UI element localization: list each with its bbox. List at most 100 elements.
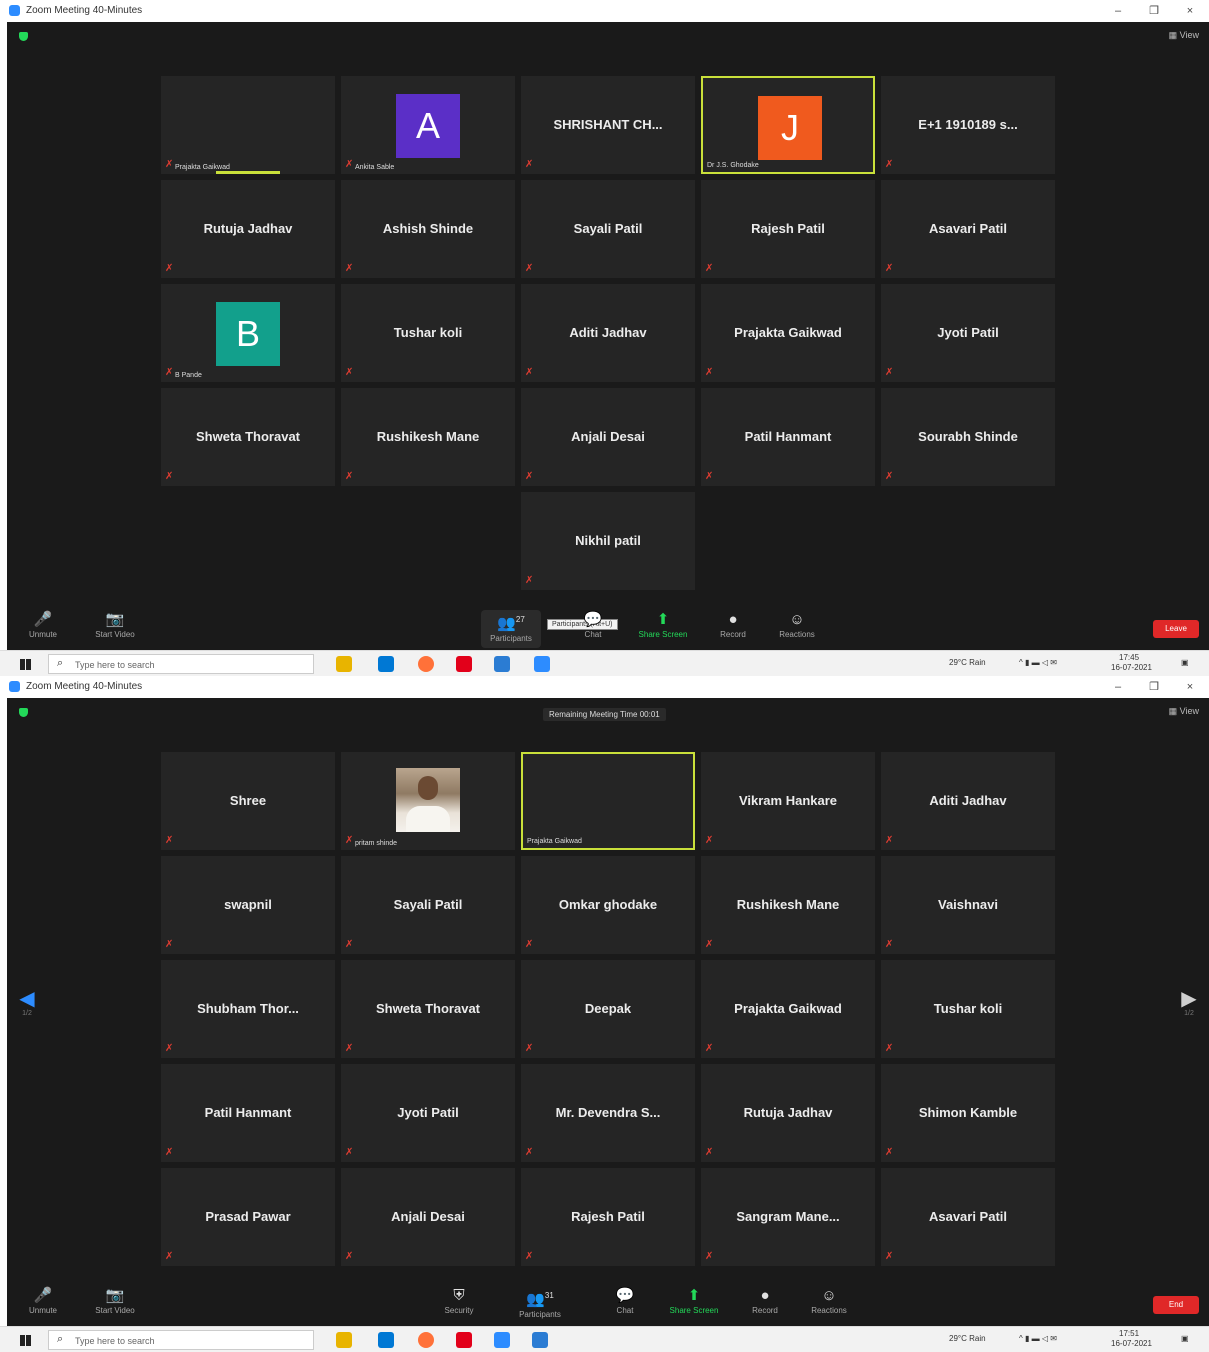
participant-tile[interactable]: Aditi Jadhav ✗ bbox=[521, 284, 695, 382]
taskbar-search[interactable]: ⌕ Type here to search bbox=[48, 654, 314, 674]
next-page-button[interactable]: ▶ 1/2 bbox=[1181, 988, 1197, 1028]
previous-page-button[interactable]: ◀ 1/2 bbox=[19, 988, 35, 1028]
photos-icon[interactable] bbox=[494, 656, 510, 672]
unmute-button[interactable]: 🎤 Unmute bbox=[15, 1286, 71, 1324]
participant-tile[interactable]: Anjali Desai ✗ bbox=[521, 388, 695, 486]
participant-tile[interactable]: Rutuja Jadhav ✗ bbox=[161, 180, 335, 278]
participant-tile[interactable]: Rajesh Patil ✗ bbox=[701, 180, 875, 278]
participant-tile[interactable]: Patil Hanmant ✗ bbox=[701, 388, 875, 486]
participant-name: Anjali Desai bbox=[571, 429, 645, 444]
participant-tile[interactable]: Shweta Thoravat ✗ bbox=[341, 960, 515, 1058]
participant-tile[interactable]: Shubham Thor... ✗ bbox=[161, 960, 335, 1058]
zoom-logo-icon bbox=[9, 681, 20, 692]
participant-tile[interactable]: Sourabh Shinde ✗ bbox=[881, 388, 1055, 486]
restore-icon[interactable]: ❐ bbox=[1142, 2, 1166, 20]
zoom-taskbar-icon[interactable] bbox=[494, 1332, 510, 1348]
participant-tile[interactable]: J Dr J.S. Ghodake bbox=[701, 76, 875, 174]
participant-tile[interactable]: Omkar ghodake ✗ bbox=[521, 856, 695, 954]
participant-tile[interactable]: Vikram Hankare ✗ bbox=[701, 752, 875, 850]
minimize-icon[interactable]: – bbox=[1106, 2, 1130, 20]
participants-button[interactable]: 👥31 Participants bbox=[507, 1286, 573, 1324]
record-button[interactable]: ● Record bbox=[705, 610, 761, 648]
participant-tile[interactable]: Sangram Mane... ✗ bbox=[701, 1168, 875, 1266]
participant-tile[interactable]: A ✗ Ankita Sable bbox=[341, 76, 515, 174]
firefox-icon[interactable] bbox=[418, 656, 434, 672]
mic-muted-icon: ✗ bbox=[525, 263, 534, 274]
participant-tile[interactable]: Asavari Patil ✗ bbox=[881, 180, 1055, 278]
opera-icon[interactable] bbox=[456, 1332, 472, 1348]
participant-tile[interactable]: Prajakta Gaikwad ✗ bbox=[701, 284, 875, 382]
participant-tile[interactable]: Patil Hanmant ✗ bbox=[161, 1064, 335, 1162]
participant-tile[interactable]: Vaishnavi ✗ bbox=[881, 856, 1055, 954]
close-icon[interactable]: × bbox=[1178, 2, 1202, 20]
view-button[interactable]: ▦ View bbox=[1169, 706, 1199, 717]
participant-tile[interactable]: swapnil ✗ bbox=[161, 856, 335, 954]
share-screen-button[interactable]: ⬆ Share Screen bbox=[663, 1286, 725, 1324]
start-video-button[interactable]: 📷 Start Video bbox=[87, 610, 143, 648]
participant-tile[interactable]: Rajesh Patil ✗ bbox=[521, 1168, 695, 1266]
encryption-shield-icon[interactable] bbox=[19, 32, 28, 41]
restore-icon[interactable]: ❐ bbox=[1142, 678, 1166, 696]
participant-name: Rutuja Jadhav bbox=[203, 221, 293, 236]
taskbar-search[interactable]: ⌕ Type here to search bbox=[48, 1330, 314, 1350]
zoom-taskbar-icon[interactable] bbox=[534, 656, 550, 672]
record-button[interactable]: ● Record bbox=[737, 1286, 793, 1324]
windows-start-icon[interactable] bbox=[20, 1335, 31, 1346]
participant-tile[interactable]: Tushar koli ✗ bbox=[341, 284, 515, 382]
share-screen-button[interactable]: ⬆ Share Screen bbox=[633, 610, 693, 648]
participant-name: Rajesh Patil bbox=[571, 1209, 645, 1224]
photos-icon[interactable] bbox=[532, 1332, 548, 1348]
chat-button[interactable]: 💬 Chat bbox=[565, 610, 621, 648]
participant-tile[interactable]: Shweta Thoravat ✗ bbox=[161, 388, 335, 486]
participant-tile[interactable]: Jyoti Patil ✗ bbox=[341, 1064, 515, 1162]
participant-tile[interactable]: Ashish Shinde ✗ bbox=[341, 180, 515, 278]
participant-tile[interactable]: E+1 1910189 s... ✗ bbox=[881, 76, 1055, 174]
participant-tile[interactable]: Rushikesh Mane ✗ bbox=[341, 388, 515, 486]
leave-button[interactable]: Leave bbox=[1153, 620, 1199, 638]
security-button[interactable]: ⛨ Security bbox=[431, 1286, 487, 1324]
participant-tile[interactable]: Mr. Devendra S... ✗ bbox=[521, 1064, 695, 1162]
participant-tile[interactable]: Tushar koli ✗ bbox=[881, 960, 1055, 1058]
participant-tile[interactable]: Sayali Patil ✗ bbox=[341, 856, 515, 954]
firefox-icon[interactable] bbox=[418, 1332, 434, 1348]
minimize-icon[interactable]: – bbox=[1106, 678, 1130, 696]
participant-tile[interactable]: ✗ Prajakta Gaikwad bbox=[161, 76, 335, 174]
unmute-button[interactable]: 🎤 Unmute bbox=[15, 610, 71, 648]
participant-tile[interactable]: Jyoti Patil ✗ bbox=[881, 284, 1055, 382]
notification-icon[interactable]: ▣ bbox=[1181, 658, 1189, 667]
opera-icon[interactable] bbox=[456, 656, 472, 672]
participant-tile[interactable]: Prasad Pawar ✗ bbox=[161, 1168, 335, 1266]
participant-tile[interactable]: B ✗ B Pande bbox=[161, 284, 335, 382]
participant-tile[interactable]: SHRISHANT CH... ✗ bbox=[521, 76, 695, 174]
chat-button[interactable]: 💬 Chat bbox=[597, 1286, 653, 1324]
close-icon[interactable]: × bbox=[1178, 678, 1202, 696]
end-button[interactable]: End bbox=[1153, 1296, 1199, 1314]
store-icon[interactable] bbox=[378, 656, 394, 672]
start-video-button[interactable]: 📷 Start Video bbox=[87, 1286, 143, 1324]
participant-tile[interactable]: Rutuja Jadhav ✗ bbox=[701, 1064, 875, 1162]
participant-tile[interactable]: Rushikesh Mane ✗ bbox=[701, 856, 875, 954]
participant-tile[interactable]: Deepak ✗ bbox=[521, 960, 695, 1058]
participant-tile[interactable]: Sayali Patil ✗ bbox=[521, 180, 695, 278]
reactions-button[interactable]: ☺ Reactions bbox=[801, 1286, 857, 1324]
view-button[interactable]: ▦ View bbox=[1169, 30, 1199, 41]
file-explorer-icon[interactable] bbox=[336, 1332, 352, 1348]
notification-icon[interactable]: ▣ bbox=[1181, 1334, 1189, 1343]
participant-tile[interactable]: Prajakta Gaikwad ✗ bbox=[701, 960, 875, 1058]
file-explorer-icon[interactable] bbox=[336, 656, 352, 672]
participant-tile[interactable]: Aditi Jadhav ✗ bbox=[881, 752, 1055, 850]
participant-tile[interactable]: ✗ pritam shinde bbox=[341, 752, 515, 850]
participant-tile[interactable]: Shree ✗ bbox=[161, 752, 335, 850]
store-icon[interactable] bbox=[378, 1332, 394, 1348]
participant-tile[interactable]: Asavari Patil ✗ bbox=[881, 1168, 1055, 1266]
participant-tile[interactable]: Shimon Kamble ✗ bbox=[881, 1064, 1055, 1162]
mic-muted-icon: ✗ bbox=[345, 159, 354, 170]
reactions-button[interactable]: ☺ Reactions bbox=[769, 610, 825, 648]
windows-taskbar: ⌕ Type here to search 29°C Rain ^ ▮ ▬ ◁ … bbox=[0, 1326, 1209, 1352]
encryption-shield-icon[interactable] bbox=[19, 708, 28, 717]
participants-button[interactable]: 👥27 Participants bbox=[481, 610, 541, 648]
participant-tile[interactable]: Anjali Desai ✗ bbox=[341, 1168, 515, 1266]
participant-tile[interactable]: Prajakta Gaikwad bbox=[521, 752, 695, 850]
participant-tile[interactable]: Nikhil patil ✗ bbox=[521, 492, 695, 590]
windows-start-icon[interactable] bbox=[20, 659, 31, 670]
